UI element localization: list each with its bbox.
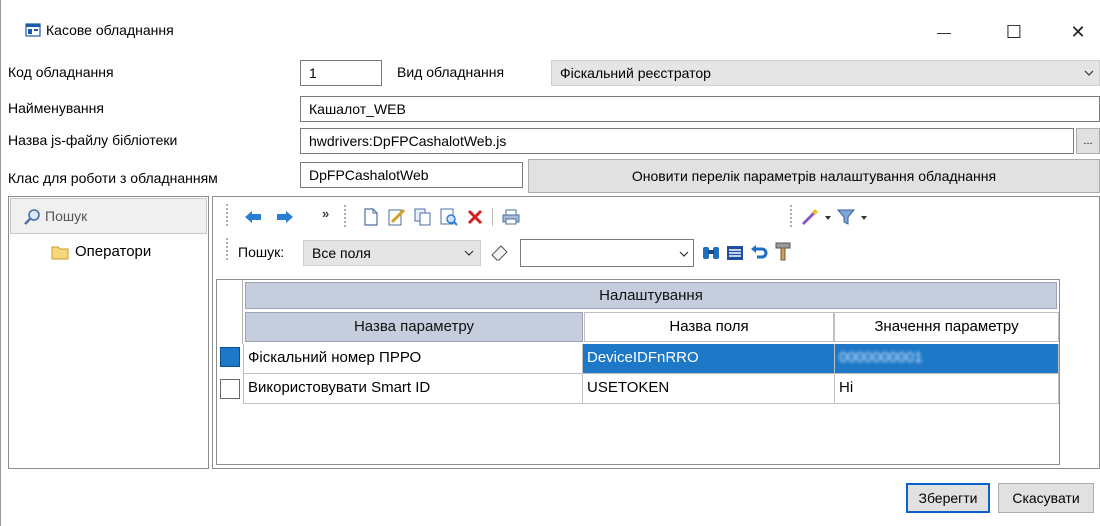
close-icon: ✕: [1070, 21, 1086, 42]
toolbar-grip-3: [790, 205, 794, 227]
print-icon[interactable]: [500, 206, 522, 228]
row-checkbox[interactable]: [220, 379, 240, 399]
maximize-icon: ☐: [1005, 21, 1023, 42]
window-title: Касове обладнання: [46, 22, 174, 38]
table-row-value-text: 0000000001: [839, 349, 923, 366]
type-select-value: Фіскальний реєстратор: [560, 65, 711, 81]
wand-menu-icon[interactable]: [800, 206, 834, 228]
refresh-parameters-button[interactable]: Оновити перелік параметрів налаштування …: [528, 159, 1100, 193]
cancel-button-label: Скасувати: [1012, 490, 1080, 506]
search-text-input[interactable]: [520, 239, 694, 267]
name-field[interactable]: Кашалот_WEB: [300, 96, 1100, 122]
chevron-down-icon: [1084, 70, 1094, 76]
edit-document-icon[interactable]: [386, 206, 408, 228]
tree-item-label: Оператори: [75, 243, 152, 260]
name-label: Найменування: [8, 100, 104, 116]
tree-search-button[interactable]: Пошук: [10, 198, 207, 234]
cancel-button[interactable]: Скасувати: [998, 483, 1094, 513]
search-label: Пошук:: [238, 244, 285, 260]
class-field[interactable]: DpFPCashalotWeb: [300, 162, 523, 188]
undo-icon[interactable]: [748, 242, 770, 264]
binoculars-icon[interactable]: [700, 242, 722, 264]
list-icon[interactable]: [724, 242, 746, 264]
type-label: Вид обладнання: [397, 64, 505, 80]
table-row-value-cell[interactable]: 0000000001: [835, 344, 1059, 374]
maximize-button[interactable]: ☐: [991, 14, 1037, 50]
column-header-param-name[interactable]: Назва параметру: [245, 312, 583, 342]
new-document-icon[interactable]: [360, 206, 382, 228]
search-toolbar-grip: [226, 238, 230, 260]
table-row-value-cell[interactable]: Ні: [835, 374, 1059, 404]
delete-icon[interactable]: [464, 206, 486, 228]
filter-menu-icon[interactable]: [836, 206, 870, 228]
type-select[interactable]: Фіскальний реєстратор: [551, 60, 1100, 86]
forward-arrow-icon[interactable]: [274, 206, 296, 228]
grid-group-header: Налаштування: [245, 282, 1057, 309]
table-row-name-cell[interactable]: Використовувати Smart ID: [243, 374, 583, 404]
refresh-parameters-label: Оновити перелік параметрів налаштування …: [631, 168, 997, 184]
search-icon: [24, 209, 40, 225]
copy-document-icon[interactable]: [412, 206, 434, 228]
table-row-field-cell[interactable]: DeviceIDFnRRO: [583, 344, 835, 374]
code-label: Код обладнання: [8, 64, 114, 80]
table-row-name-cell[interactable]: Фіскальний номер ПРРО: [243, 344, 583, 374]
column-header-param-value[interactable]: Значення параметру: [834, 312, 1059, 342]
table-row-field-cell[interactable]: USETOKEN: [583, 374, 835, 404]
toolbar-grip: [226, 204, 230, 226]
chevron-down-icon: [464, 250, 474, 256]
title-bar: Касове обладнання — ☐ ✕: [1, 0, 1100, 62]
grid-corner: [217, 280, 243, 344]
minimize-button[interactable]: —: [921, 14, 967, 50]
hammer-icon[interactable]: [772, 240, 794, 262]
column-header-field-name[interactable]: Назва поля: [584, 312, 834, 342]
js-file-label: Назва js-файлу бібліотеки: [8, 132, 178, 148]
row-checkbox[interactable]: [220, 347, 240, 367]
chevron-down-icon: [679, 251, 689, 257]
browse-button[interactable]: ...: [1076, 128, 1100, 154]
tree-item-operators[interactable]: Оператори: [51, 243, 201, 265]
class-label: Клас для роботи з обладнанням: [8, 170, 218, 186]
search-field-select[interactable]: Все поля: [303, 240, 481, 266]
tree-panel: Пошук Оператори: [8, 196, 209, 469]
search-field-select-value: Все поля: [312, 245, 371, 261]
close-button[interactable]: ✕: [1055, 14, 1100, 50]
browse-button-label: ...: [1083, 135, 1093, 147]
minimize-icon: —: [937, 24, 951, 40]
back-arrow-icon[interactable]: [242, 206, 264, 228]
window-left-border: [0, 0, 1, 526]
save-button-label: Зберегти: [918, 490, 978, 506]
folder-icon: [51, 246, 69, 260]
toolbar-overflow-icon[interactable]: »: [322, 206, 329, 221]
toolbar-grip-2: [344, 205, 348, 227]
view-document-icon[interactable]: [438, 206, 460, 228]
toolbar-separator: [492, 208, 493, 226]
js-file-field[interactable]: hwdrivers:DpFPCashalotWeb.js: [300, 128, 1074, 154]
parameters-grid: Налаштування Назва параметру Назва поля …: [216, 279, 1060, 465]
eraser-icon[interactable]: [489, 242, 511, 264]
save-button[interactable]: Зберегти: [906, 483, 990, 513]
tree-search-label: Пошук: [45, 208, 88, 224]
code-field[interactable]: 1: [300, 60, 382, 86]
window-app-icon: [25, 23, 41, 37]
